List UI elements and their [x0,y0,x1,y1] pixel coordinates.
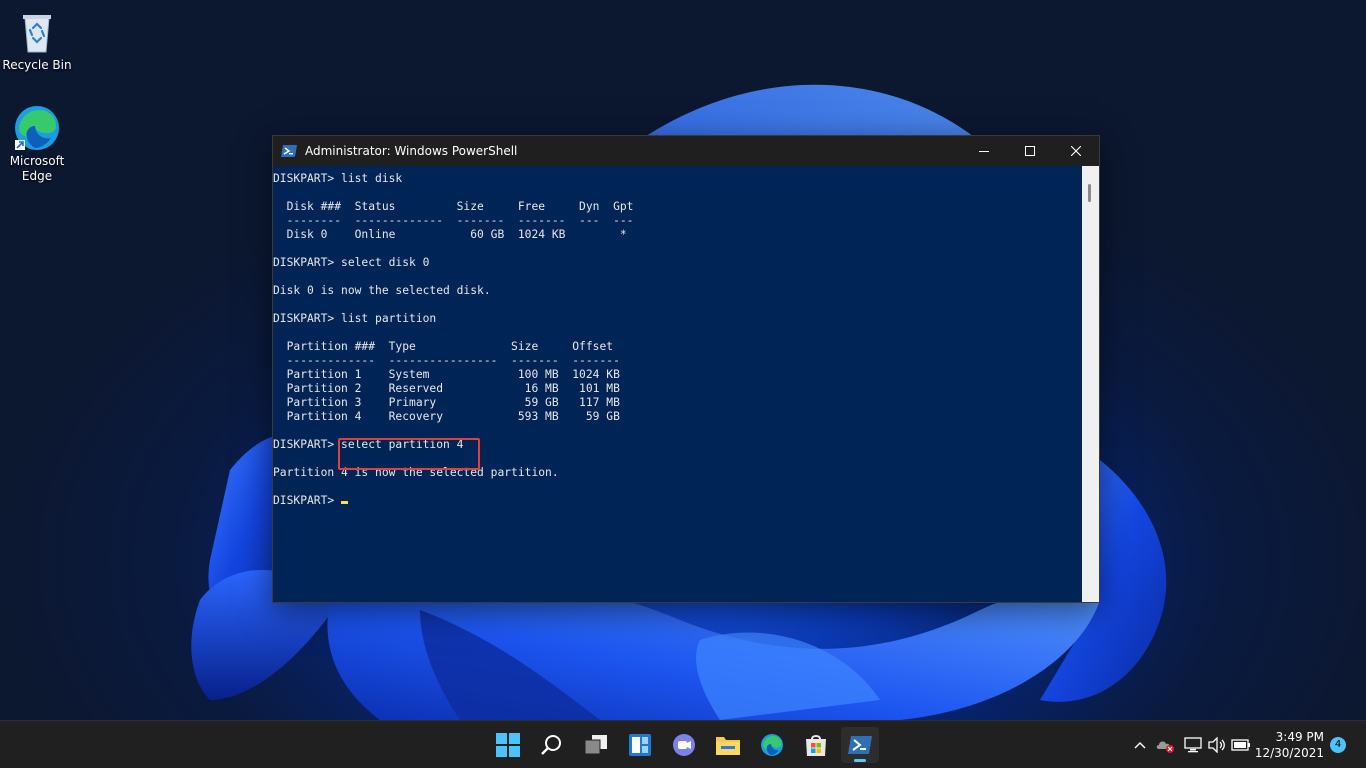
console-line: ------------- ---------------- ------- -… [273,354,620,367]
widgets-icon [629,734,651,756]
console-line: Partition 2 Reserved 16 MB 101 MB [273,382,620,395]
edge-icon [13,104,61,152]
store-button[interactable] [797,727,835,763]
console-line: DISKPART> select disk 0 [273,256,430,269]
chat-button[interactable] [665,727,703,763]
speaker-icon [1208,737,1225,753]
folder-icon [716,737,740,755]
battery-icon [1231,739,1250,751]
console-line: Partition 3 Primary 59 GB 117 MB [273,396,620,409]
task-view-icon [584,735,607,755]
recycle-bin-icon [13,8,61,56]
search-button[interactable] [533,727,571,763]
clock-date: 12/30/2021 [1254,746,1324,760]
edge-button[interactable] [753,727,791,763]
widgets-button[interactable] [621,727,659,763]
title-bar[interactable]: Administrator: Windows PowerShell [273,136,1099,166]
clock[interactable]: 3:49 PM 12/30/2021 [1254,729,1324,761]
powershell-icon [848,736,872,754]
powershell-button[interactable] [841,727,879,763]
desktop-icon-recycle-bin[interactable]: Recycle Bin [1,8,73,73]
desktop-icon-microsoft-edge[interactable]: Microsoft Edge [1,104,73,184]
search-icon [541,735,561,755]
console-output[interactable]: DISKPART> list disk Disk ### Status Size… [273,166,1083,602]
battery-tray-button[interactable] [1230,721,1252,768]
console-line: DISKPART> [273,494,1083,508]
console-line: Partition 1 System 100 MB 1024 KB [273,368,620,381]
console-line: Partition ### Type Size Offset [273,340,614,353]
console-line: Disk ### Status Size Free Dyn Gpt [273,200,634,213]
minimize-icon [979,151,989,152]
powershell-icon [281,145,297,157]
edge-icon [761,734,783,756]
network-icon [1184,737,1202,753]
console-line: Disk 0 is now the selected disk. [273,284,491,297]
recycle-bin-label: Recycle Bin [2,58,72,72]
close-button[interactable] [1053,136,1099,166]
onedrive-offline-icon [1156,741,1174,753]
show-hidden-icons-button[interactable] [1130,721,1150,768]
onedrive-tray-button[interactable] [1154,721,1176,768]
maximize-button[interactable] [1007,136,1053,166]
notification-badge[interactable]: 4 [1330,737,1346,753]
minimize-button[interactable] [961,136,1007,166]
chevron-up-icon [1134,742,1146,749]
active-app-indicator [854,759,866,762]
maximize-icon [1025,146,1035,156]
edge-label: Microsoft Edge [9,154,65,183]
console-line: Disk 0 Online 60 GB 1024 KB * [273,228,627,241]
console-line: Partition 4 Recovery 593 MB 59 GB [273,410,620,423]
text-cursor [341,501,349,504]
teams-chat-icon [673,734,695,756]
console-line: -------- ------------- ------- ------- -… [273,214,634,227]
store-icon [806,735,826,756]
volume-tray-button[interactable] [1206,721,1228,768]
close-icon [1071,146,1081,156]
task-view-button[interactable] [577,727,615,763]
console-line: DISKPART> list partition [273,312,437,325]
clock-time: 3:49 PM [1275,730,1324,744]
command-highlight-box [338,438,480,470]
network-tray-button[interactable] [1182,721,1204,768]
start-button[interactable] [489,727,527,763]
window-title: Administrator: Windows PowerShell [305,144,518,158]
windows-logo-icon [496,733,520,757]
vertical-scrollbar[interactable] [1082,166,1099,602]
file-explorer-button[interactable] [709,727,747,763]
scrollbar-thumb[interactable] [1088,184,1091,202]
powershell-window[interactable]: Administrator: Windows PowerShell DISKPA… [272,135,1100,603]
taskbar: 3:49 PM 12/30/2021 4 [0,720,1366,768]
console-line: DISKPART> list disk [273,172,403,185]
